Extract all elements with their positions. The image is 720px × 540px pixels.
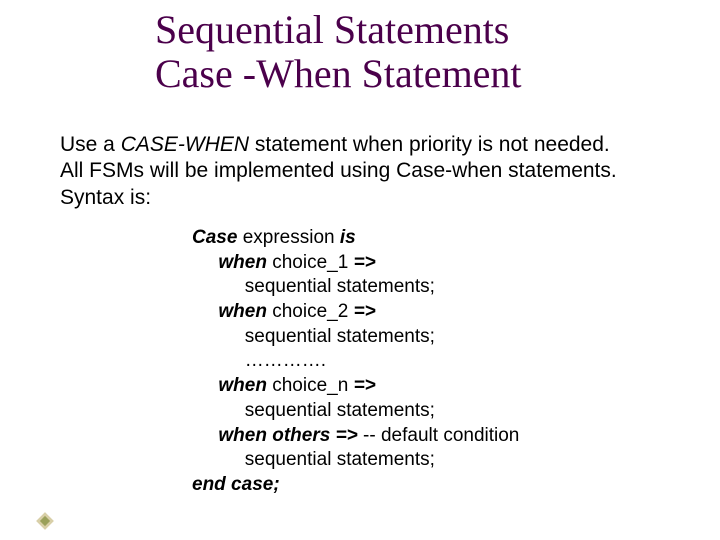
code-line-9: when others => -- default condition [192, 424, 519, 449]
intro-line-3: Syntax is: [60, 185, 670, 211]
default-comment: -- default condition [358, 425, 520, 446]
kw-when-1: when [192, 252, 267, 273]
arrow-2: => [354, 301, 376, 322]
code-line-11: end case; [192, 473, 519, 498]
arrow-n: => [354, 375, 376, 396]
intro-1a: Use a [60, 133, 121, 156]
intro-1b: CASE-WHEN [121, 133, 249, 156]
decorative-bullet-icon [36, 512, 54, 530]
kw-when-others: when others => [192, 425, 358, 446]
title-line-1: Sequential Statements [155, 8, 522, 52]
code-line-1: Case expression is [192, 226, 519, 251]
code-line-4: when choice_2 => [192, 300, 519, 325]
code-line-8: sequential statements; [192, 399, 519, 424]
choice-n: choice_n [267, 375, 354, 396]
code-line-5: sequential statements; [192, 325, 519, 350]
kw-is: is [340, 227, 356, 248]
expr: expression [237, 227, 339, 248]
code-block: Case expression is when choice_1 => sequ… [192, 226, 519, 498]
code-line-10: sequential statements; [192, 448, 519, 473]
body-text: Use a CASE-WHEN statement when priority … [60, 132, 670, 211]
kw-case: Case [192, 227, 237, 248]
intro-1c: statement when priority is not needed. [249, 133, 610, 156]
intro-line-2: All FSMs will be implemented using Case-… [60, 158, 670, 184]
kw-when-n: when [192, 375, 267, 396]
choice-2: choice_2 [267, 301, 354, 322]
slide: Sequential Statements Case -When Stateme… [0, 0, 720, 540]
code-line-2: when choice_1 => [192, 251, 519, 276]
code-line-7: when choice_n => [192, 374, 519, 399]
code-line-3: sequential statements; [192, 275, 519, 300]
choice-1: choice_1 [267, 252, 354, 273]
arrow-1: => [354, 252, 376, 273]
code-line-6: …………. [192, 349, 519, 374]
title-line-2: Case -When Statement [155, 52, 522, 96]
kw-when-2: when [192, 301, 267, 322]
slide-title: Sequential Statements Case -When Stateme… [155, 8, 522, 96]
intro-line-1: Use a CASE-WHEN statement when priority … [60, 132, 670, 158]
